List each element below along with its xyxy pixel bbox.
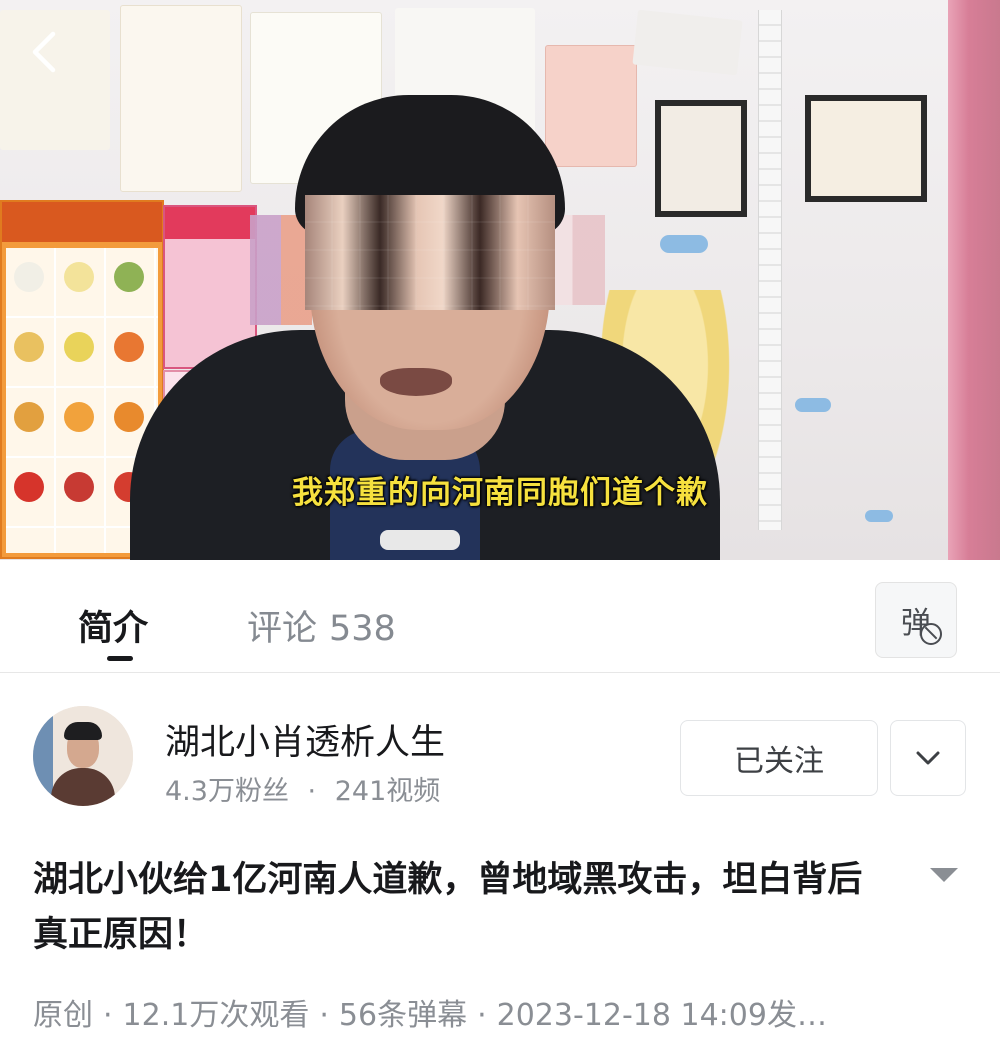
picture-frame [805, 95, 927, 202]
comment-count: 538 [329, 609, 396, 649]
separator: · [477, 998, 487, 1033]
more-button[interactable] [890, 720, 966, 796]
uploader-stats: 4.3万粉丝 · 241视频 [165, 769, 440, 808]
height-ruler [758, 10, 782, 530]
person-mouth [380, 368, 452, 396]
separator: · [319, 998, 329, 1033]
uploader-name[interactable]: 湖北小肖透析人生 [165, 714, 445, 765]
fans-count: 4.3万粉丝 [165, 776, 289, 807]
tab-comments[interactable]: 评论 538 [247, 600, 396, 651]
microphone [380, 530, 460, 550]
back-button[interactable] [22, 28, 66, 76]
active-tab-indicator [107, 656, 133, 661]
video-title: 湖北小伙给1亿河南人道歉，曾地域黑攻击，坦白背后真正原因！ [33, 860, 863, 955]
cloud-sticker [795, 398, 831, 412]
avatar[interactable] [33, 706, 133, 806]
wall-poster [632, 9, 743, 76]
wall-poster [545, 45, 637, 167]
video-player[interactable]: 我郑重的向河南同胞们道个歉 [0, 0, 1000, 560]
chevron-down-icon [916, 751, 940, 765]
video-meta: 原创 · 12.1万次观看 · 56条弹幕 · 2023-12-18 14:09发… [33, 990, 973, 1034]
wall-poster [120, 5, 242, 192]
tab-comments-label: 评论 [247, 609, 318, 649]
original-badge: 原创 [33, 998, 93, 1033]
separator: · [307, 776, 317, 807]
separator: · [103, 998, 113, 1033]
tab-intro[interactable]: 简介 [78, 600, 148, 651]
video-count: 241视频 [334, 776, 441, 807]
chevron-left-icon [32, 31, 56, 73]
follow-button[interactable]: 已关注 [680, 720, 878, 796]
expand-arrow-icon[interactable] [930, 868, 958, 882]
view-count: 12.1万次观看 [122, 998, 310, 1033]
picture-frame [655, 100, 747, 217]
video-subtitle: 我郑重的向河南同胞们道个歉 [292, 475, 708, 511]
publish-time: 2023-12-18 14:09发… [496, 998, 827, 1033]
danmaku-toggle-button[interactable]: 弹 [875, 582, 957, 658]
cloud-sticker [660, 235, 708, 253]
pixel-mosaic [250, 215, 312, 325]
tab-bar: 简介 评论 538 [0, 560, 1000, 673]
danmaku-count: 56条弹幕 [338, 998, 468, 1033]
danmaku-off-icon [920, 623, 942, 645]
face-mosaic [305, 195, 555, 310]
